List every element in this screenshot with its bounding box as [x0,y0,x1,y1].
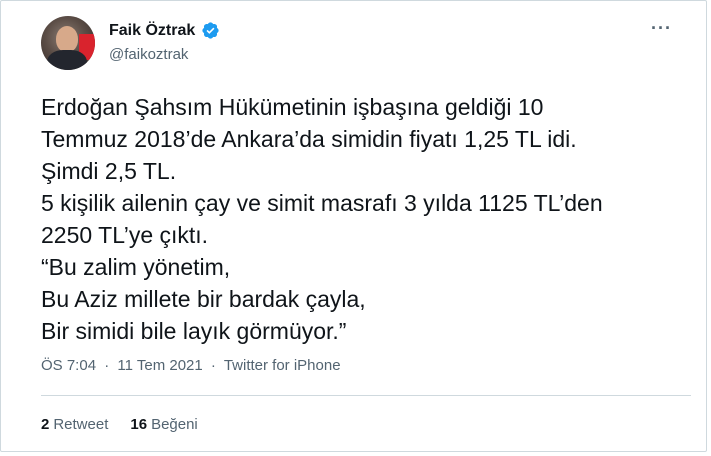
like-stat[interactable]: 16 Beğeni [130,416,197,433]
tweet-line: Bu Aziz millete bir bardak çayla, [41,286,366,312]
tweet-line: 2250 TL’ye çıktı. [41,222,209,248]
tweet-line: 5 kişilik ailenin çay ve simit masrafı 3… [41,190,603,216]
tweet-card: Faik Öztrak @faikoztrak ··· Erdoğan Şahs… [0,0,707,452]
verified-badge-icon [202,22,219,39]
tweet-meta: ÖS 7:04 · 11 Tem 2021 · Twitter for iPho… [41,357,341,374]
tweet-line: Temmuz 2018’de Ankara’da simidin fiyatı … [41,126,577,152]
author-display-name[interactable]: Faik Öztrak [109,22,195,40]
tweet-text: Erdoğan Şahsım Hükümetinin işbaşına geld… [41,91,691,347]
tweet-date[interactable]: 11 Tem 2021 [117,357,202,374]
meta-separator: · [104,357,110,374]
tweet-source[interactable]: Twitter for iPhone [224,357,341,374]
tweet-time[interactable]: ÖS 7:04 [41,357,96,374]
more-options-icon[interactable]: ··· [651,19,672,37]
author-name-row: Faik Öztrak [109,21,220,40]
meta-separator: · [210,357,216,374]
retweet-count: 2 [41,416,50,433]
avatar-suit [47,50,87,70]
like-count: 16 [130,416,148,433]
tweet-line: Şimdi 2,5 TL. [41,158,177,184]
author-avatar[interactable] [41,16,95,70]
author-handle[interactable]: @faikoztrak [109,46,188,63]
retweet-label: Retweet [53,416,109,433]
like-label: Beğeni [151,416,198,433]
retweet-stat[interactable]: 2 Retweet [41,416,108,433]
tweet-line: “Bu zalim yönetim, [41,254,231,280]
tweet-stats: 2 Retweet 16 Beğeni [41,416,198,433]
stats-divider [41,395,691,396]
avatar-face [56,26,78,52]
tweet-line: Erdoğan Şahsım Hükümetinin işbaşına geld… [41,94,544,120]
tweet-line: Bir simidi bile layık görmüyor.” [41,318,347,344]
